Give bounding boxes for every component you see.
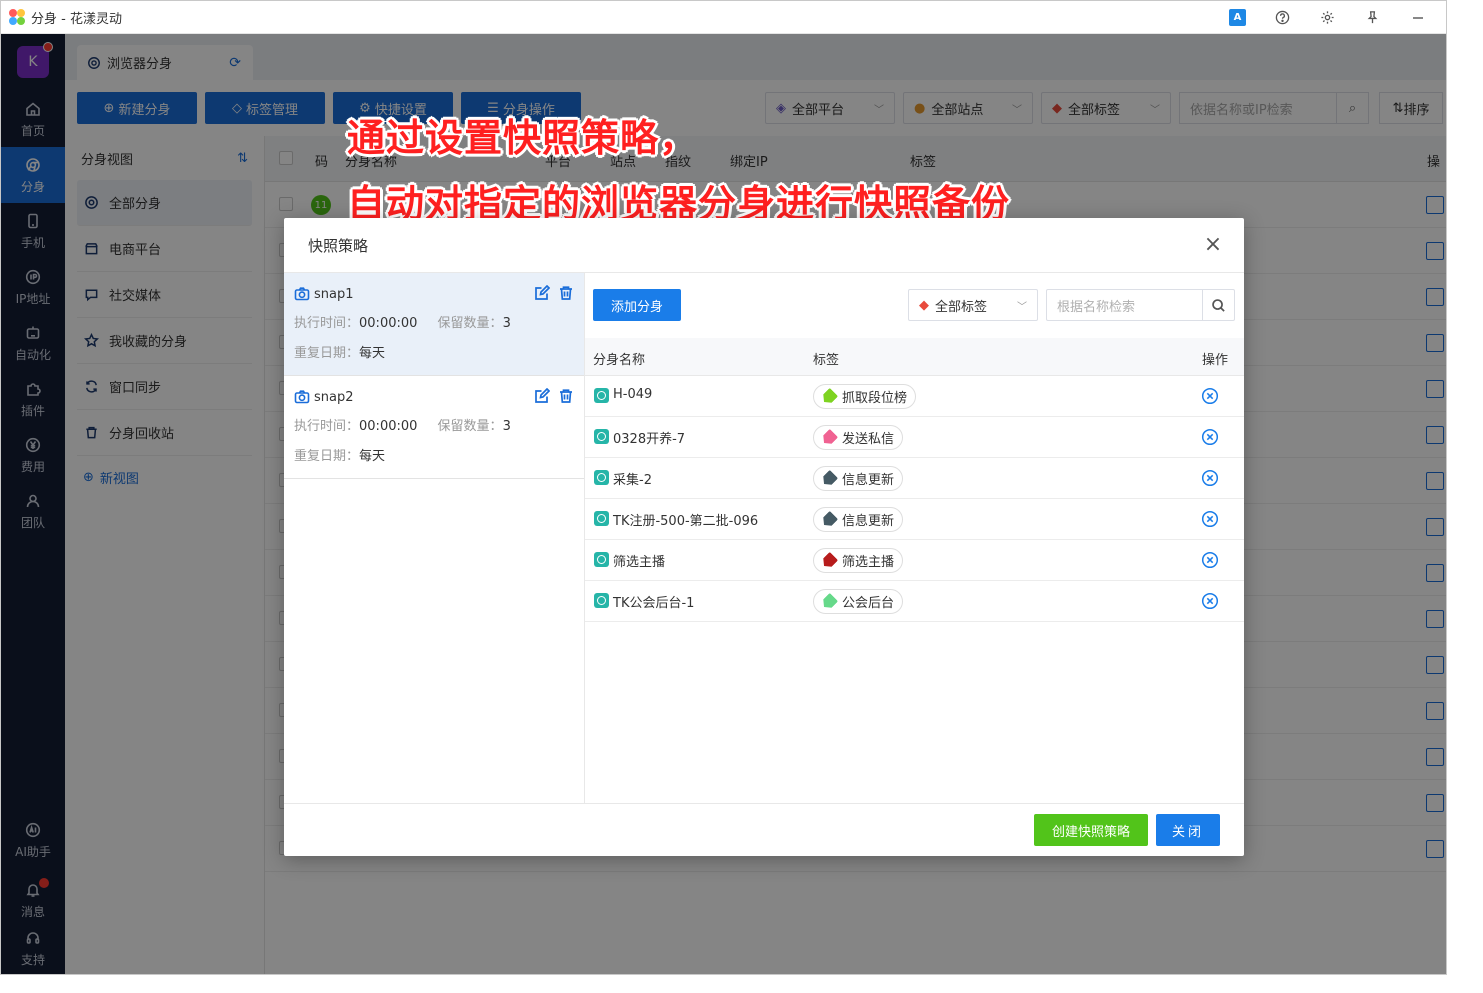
tag-filter-select[interactable]: ◆ 全部标签 ﹀ — [908, 289, 1038, 321]
remove-circle-icon[interactable] — [1201, 469, 1219, 487]
translate-icon[interactable]: A — [1229, 9, 1246, 26]
help-icon[interactable] — [1274, 9, 1291, 26]
search-placeholder: 根据名称检索 — [1057, 299, 1136, 315]
repeat-label: 重复日期： — [294, 346, 360, 361]
keep-count-value: 3 — [502, 316, 511, 331]
name-search-input[interactable]: 根据名称检索 — [1046, 289, 1235, 321]
profile-name: 筛选主播 — [613, 555, 666, 570]
camera-icon — [294, 389, 310, 405]
chevron-down-icon: ﹀ — [1017, 301, 1027, 313]
keep-count-label: 保留数量： — [437, 316, 503, 331]
browser-profile-icon — [594, 511, 609, 526]
tag-label: 公会后台 — [842, 596, 895, 611]
dialog-footer: 创建快照策略 关闭 — [284, 803, 1244, 856]
table-row: TK公会后台-1 公会后台 — [585, 581, 1244, 622]
tag-pill: 筛选主播 — [813, 548, 904, 573]
header-action: 操作 — [1202, 353, 1229, 368]
tag-icon — [820, 551, 838, 569]
dialog-header: 快照策略 — [284, 218, 1244, 273]
settings-gear-icon[interactable] — [1319, 9, 1336, 26]
tag-pill: 信息更新 — [813, 507, 904, 532]
browser-profile-icon — [594, 429, 609, 444]
snapshot-name: snap2 — [314, 389, 354, 405]
snapshot-name: snap1 — [314, 286, 354, 302]
snapshot-item[interactable]: snap1 执行时间：00:00:00 保留数量：3 重复日期：每天 — [284, 273, 584, 376]
dialog-title: 快照策略 — [308, 236, 369, 255]
search-icon[interactable] — [1202, 290, 1234, 320]
close-icon[interactable]: × — [1202, 234, 1224, 256]
exec-time-label: 执行时间： — [294, 419, 360, 434]
remove-circle-icon[interactable] — [1201, 592, 1219, 610]
title-bar: 分身 - 花漾灵动 A — [1, 1, 1446, 34]
table-row: TK注册-500-第二批-096 信息更新 — [585, 499, 1244, 540]
table-row: 筛选主播 筛选主播 — [585, 540, 1244, 581]
browser-profile-icon — [594, 593, 609, 608]
keep-count-label: 保留数量： — [437, 419, 503, 434]
table-row: 0328开养-7 发送私信 — [585, 417, 1244, 458]
browser-profile-icon — [594, 552, 609, 567]
tag-icon — [820, 510, 838, 528]
minimize-icon[interactable] — [1409, 9, 1426, 26]
snapshot-list: snap1 执行时间：00:00:00 保留数量：3 重复日期：每天 snap2 — [284, 273, 585, 803]
tag-pill: 公会后台 — [813, 589, 904, 614]
tag-pill: 发送私信 — [813, 425, 904, 450]
tag-icon — [820, 387, 838, 405]
tag-label: 筛选主播 — [842, 555, 895, 570]
tag-icon — [820, 469, 838, 487]
delete-icon[interactable] — [558, 285, 574, 305]
tag-pill: 抓取段位榜 — [813, 384, 917, 409]
header-tag: 标签 — [813, 353, 840, 368]
app-window: 分身 - 花漾灵动 A K 首页 分身 手机 IP地址 自动化 插件 费用 团队… — [0, 0, 1447, 975]
table-row: H-049 抓取段位榜 — [585, 376, 1244, 417]
remove-circle-icon[interactable] — [1201, 428, 1219, 446]
window-title: 分身 - 花漾灵动 — [31, 11, 122, 27]
header-profile-name: 分身名称 — [593, 353, 646, 368]
pin-icon[interactable] — [1364, 9, 1381, 26]
keep-count-value: 3 — [502, 419, 511, 434]
profile-name: H-049 — [613, 387, 653, 402]
browser-profile-icon — [594, 470, 609, 485]
tag-icon — [820, 428, 838, 446]
remove-circle-icon[interactable] — [1201, 510, 1219, 528]
repeat-value: 每天 — [359, 346, 386, 361]
profile-name: 采集-2 — [613, 473, 652, 488]
exec-time-value: 00:00:00 — [359, 316, 418, 331]
edit-icon[interactable] — [534, 284, 551, 305]
remove-circle-icon[interactable] — [1201, 387, 1219, 405]
close-button[interactable]: 关闭 — [1156, 814, 1220, 846]
browser-profile-icon — [594, 388, 609, 403]
tag-label: 抓取段位榜 — [842, 391, 908, 406]
tag-label: 发送私信 — [842, 432, 895, 447]
snapshot-item[interactable]: snap2 执行时间：00:00:00 保留数量：3 重复日期：每天 — [284, 376, 584, 479]
tag-label: 信息更新 — [842, 514, 895, 529]
tag-pill: 信息更新 — [813, 466, 904, 491]
profile-name: TK注册-500-第二批-096 — [613, 514, 759, 529]
repeat-value: 每天 — [359, 449, 386, 464]
snapshot-profile-panel: 添加分身 ◆ 全部标签 ﹀ 根据名称检索 分身名称 标签 操作 H-049 抓取… — [585, 273, 1244, 803]
edit-icon[interactable] — [534, 387, 551, 408]
create-snapshot-policy-button[interactable]: 创建快照策略 — [1034, 814, 1148, 846]
exec-time-label: 执行时间： — [294, 316, 360, 331]
caption-line-1: 通过设置快照策略， — [347, 116, 699, 160]
app-logo-icon — [9, 9, 25, 25]
profile-table-header: 分身名称 标签 操作 — [585, 338, 1244, 376]
tag-filter-label: 全部标签 — [935, 299, 988, 315]
table-row: 采集-2 信息更新 — [585, 458, 1244, 499]
tag-icon — [820, 592, 838, 610]
tag-icon: ◆ — [919, 297, 929, 313]
repeat-label: 重复日期： — [294, 449, 360, 464]
exec-time-value: 00:00:00 — [359, 419, 418, 434]
profile-name: TK公会后台-1 — [613, 596, 695, 611]
snapshot-policy-dialog: 快照策略 × snap1 执行时间：00:00:00 保留数量：3 重复日期：每… — [284, 218, 1244, 856]
remove-circle-icon[interactable] — [1201, 551, 1219, 569]
profile-name: 0328开养-7 — [613, 432, 686, 447]
tag-label: 信息更新 — [842, 473, 895, 488]
delete-icon[interactable] — [558, 388, 574, 408]
camera-icon — [294, 286, 310, 302]
add-profile-button[interactable]: 添加分身 — [593, 289, 681, 321]
